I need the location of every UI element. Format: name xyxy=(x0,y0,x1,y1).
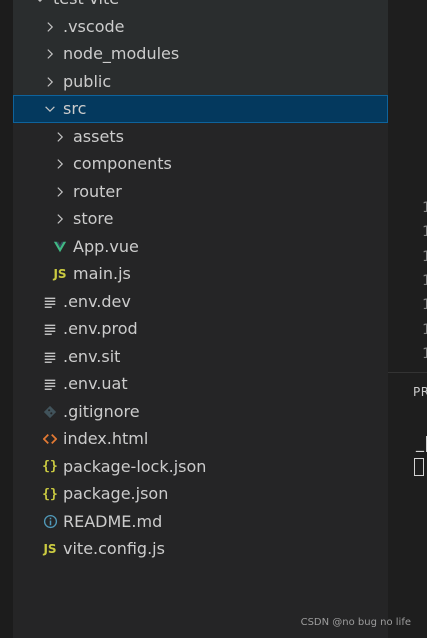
line-number: 1 xyxy=(422,346,427,362)
line-number: 1 xyxy=(422,249,427,265)
tree-item-label: .env.dev xyxy=(63,291,131,311)
explorer-panel: test-vite .vscode node_modulespublic src ass… xyxy=(0,0,388,638)
file-env-dev[interactable]: .env.dev xyxy=(13,288,388,316)
env-file-icon xyxy=(42,376,58,392)
terminal-cursor: _| xyxy=(416,433,427,452)
file-package-json[interactable]: {} package.json xyxy=(13,480,388,508)
chevron-right-icon[interactable] xyxy=(53,157,67,171)
html-file-icon xyxy=(42,431,58,447)
line-number: 1 xyxy=(422,224,427,240)
tree-item-label: router xyxy=(73,181,122,201)
folder-assets[interactable]: assets xyxy=(13,123,388,151)
tree-item-label: .env.uat xyxy=(63,374,128,393)
line-number: 1 xyxy=(422,200,427,216)
git-file-icon xyxy=(42,404,58,420)
javascript-file-icon: JS xyxy=(43,542,57,556)
tree-item-label: .vscode xyxy=(63,16,125,36)
chevron-right-icon[interactable] xyxy=(53,212,67,226)
file-readme-md[interactable]: README.md xyxy=(13,508,388,536)
chevron-right-icon[interactable] xyxy=(43,47,57,61)
line-number: 1 xyxy=(422,322,427,338)
tree-item-label: App.vue xyxy=(73,236,139,256)
file-env-sit[interactable]: .env.sit xyxy=(13,343,388,371)
chevron-down-icon[interactable] xyxy=(33,0,47,6)
file-env-uat[interactable]: .env.uat xyxy=(13,370,388,398)
tree-item-label: public xyxy=(63,71,112,91)
tree-item-label: index.html xyxy=(63,429,149,448)
explorer-edge xyxy=(0,0,13,638)
chevron-right-icon[interactable] xyxy=(43,20,57,34)
tree-item-label: .gitignore xyxy=(63,401,140,421)
tree-item-label: node_modules xyxy=(63,44,180,63)
tree-item-label: components xyxy=(73,154,172,173)
file-tree: test-vite .vscode node_modulespublic src ass… xyxy=(13,0,388,563)
file-app-vue[interactable]: App.vue xyxy=(13,233,388,261)
file-env-prod[interactable]: .env.prod xyxy=(13,315,388,343)
folder-components[interactable]: components xyxy=(13,150,388,178)
vscode-window: test-vite .vscode node_modulespublic src ass… xyxy=(0,0,427,638)
watermark: CSDN @no bug no life xyxy=(300,617,411,628)
tree-item-label: store xyxy=(73,209,114,228)
folder-node-modules[interactable]: node_modules xyxy=(13,40,388,68)
file-main-js[interactable]: JS main.js xyxy=(13,260,388,288)
folder-store[interactable]: store xyxy=(13,205,388,233)
tree-item-label: main.js xyxy=(73,264,131,283)
javascript-file-icon: JS xyxy=(53,267,67,281)
chevron-right-icon[interactable] xyxy=(53,185,67,199)
file-index-html[interactable]: index.html xyxy=(13,425,388,453)
terminal-cursor-box xyxy=(414,458,424,476)
tree-item-label: package.json xyxy=(63,484,169,503)
env-file-icon xyxy=(42,294,58,310)
env-file-icon xyxy=(42,349,58,365)
info-file-icon xyxy=(42,514,58,530)
panel-tab-problems[interactable]: PR xyxy=(413,385,427,399)
tree-item-label: README.md xyxy=(63,511,163,531)
folder-router[interactable]: router xyxy=(13,178,388,206)
json-file-icon: {} xyxy=(42,459,58,474)
file-package-lock-json[interactable]: {} package-lock.json xyxy=(13,453,388,481)
folder-test-vite[interactable]: test-vite xyxy=(13,0,388,13)
tree-item-label: test-vite xyxy=(53,0,119,12)
file-vite-config-js[interactable]: JS vite.config.js xyxy=(13,535,388,563)
line-number: 1 xyxy=(422,273,427,289)
tree-item-label: package-lock.json xyxy=(63,456,207,476)
chevron-right-icon[interactable] xyxy=(43,75,57,89)
bottom-panel: PR _| xyxy=(388,372,427,638)
tree-item-label: assets xyxy=(73,126,124,146)
file-gitignore[interactable]: .gitignore xyxy=(13,398,388,426)
json-file-icon: {} xyxy=(42,486,58,502)
chevron-right-icon[interactable] xyxy=(53,130,67,144)
env-file-icon xyxy=(42,321,58,337)
tree-item-label: .env.prod xyxy=(63,319,138,338)
tree-item-label: src xyxy=(63,99,87,118)
folder-public[interactable]: public xyxy=(13,67,388,95)
folder-vscode[interactable]: .vscode xyxy=(13,12,388,40)
tree-item-label: .env.sit xyxy=(63,346,121,366)
tree-item-label: vite.config.js xyxy=(63,539,165,558)
folder-src[interactable]: src xyxy=(13,95,388,123)
vue-file-icon xyxy=(52,239,68,255)
chevron-down-icon[interactable] xyxy=(43,102,57,116)
line-number: 1 xyxy=(422,297,427,313)
